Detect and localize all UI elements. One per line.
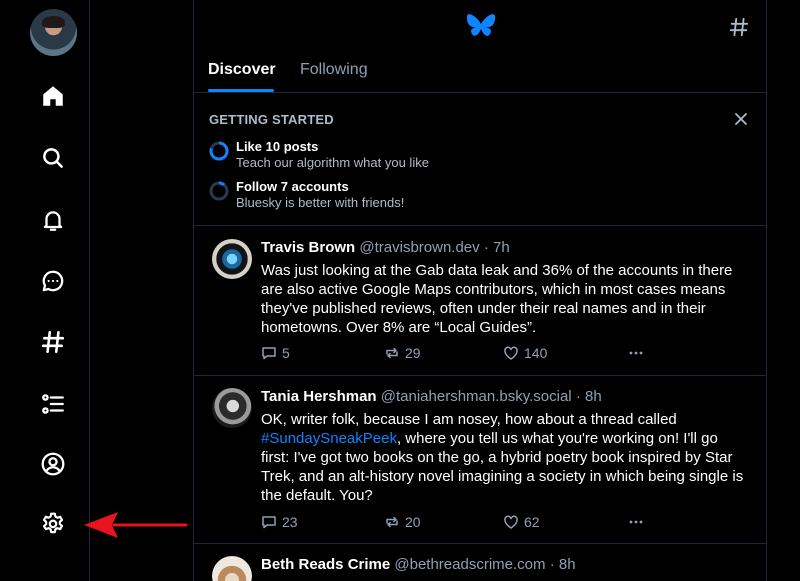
- feed-tabs: Discover Following: [194, 56, 766, 93]
- post-text-part: OK, writer folk, because I am nosey, how…: [261, 411, 677, 428]
- reply-icon: [262, 516, 276, 529]
- reply-button[interactable]: 23: [261, 514, 298, 530]
- post-time: · 7h: [483, 239, 510, 256]
- bell-icon[interactable]: [40, 207, 66, 233]
- annotation-arrow: [84, 512, 188, 538]
- reply-count: 5: [282, 345, 290, 361]
- profile-icon[interactable]: [40, 451, 66, 477]
- more-icon: [629, 351, 643, 355]
- task-title: Like 10 posts: [236, 139, 319, 154]
- progress-ring-icon: [209, 181, 229, 201]
- task-title: Follow 7 accounts: [236, 179, 349, 194]
- progress-ring-icon: [209, 141, 229, 161]
- author-name[interactable]: Beth Reads Crime: [261, 556, 390, 573]
- reply-icon: [262, 347, 276, 360]
- search-icon[interactable]: [40, 145, 66, 171]
- like-count: 62: [524, 514, 540, 530]
- reply-button[interactable]: 5: [261, 345, 290, 361]
- repost-icon: [386, 516, 398, 528]
- post-header: Beth Reads Crime @bethreadscrime.com · 8…: [261, 556, 576, 573]
- heart-icon: [504, 515, 518, 529]
- like-button[interactable]: 62: [503, 514, 540, 530]
- repost-button[interactable]: 29: [384, 345, 421, 361]
- feed-column: Discover Following GETTING STARTED Like …: [193, 0, 767, 581]
- post-text: OK, writer folk, because I am nosey, how…: [261, 410, 746, 505]
- active-tab-indicator: [208, 89, 274, 92]
- post-item[interactable]: Tania Hershman @taniahershman.bsky.socia…: [194, 376, 766, 544]
- repost-count: 20: [405, 514, 421, 530]
- author-name[interactable]: Travis Brown: [261, 239, 355, 256]
- feeds-hashtag-icon[interactable]: [728, 16, 750, 38]
- post-header: Travis Brown @travisbrown.dev · 7h: [261, 239, 510, 256]
- task-subtitle: Teach our algorithm what you like: [236, 155, 429, 170]
- heart-icon: [504, 346, 518, 360]
- post-item[interactable]: Travis Brown @travisbrown.dev · 7h Was j…: [194, 227, 766, 376]
- close-icon[interactable]: [734, 112, 748, 126]
- side-navigation: [0, 0, 90, 581]
- author-name[interactable]: Tania Hershman: [261, 388, 377, 405]
- home-icon[interactable]: [40, 83, 66, 109]
- repost-icon: [386, 347, 398, 359]
- getting-started-panel: GETTING STARTED Like 10 posts Teach our …: [194, 94, 766, 226]
- gear-icon[interactable]: [40, 511, 66, 537]
- post-text: Was just looking at the Gab data leak an…: [261, 262, 733, 336]
- like-count: 140: [524, 345, 548, 361]
- chat-icon[interactable]: [40, 268, 66, 294]
- repost-count: 29: [405, 345, 421, 361]
- tab-discover[interactable]: Discover: [208, 61, 276, 79]
- post-header: Tania Hershman @taniahershman.bsky.socia…: [261, 388, 602, 405]
- avatar[interactable]: [212, 239, 252, 279]
- bluesky-logo-icon[interactable]: [466, 13, 496, 40]
- hashtag-icon[interactable]: [40, 329, 66, 355]
- repost-button[interactable]: 20: [384, 514, 421, 530]
- author-handle[interactable]: @taniahershman.bsky.social: [381, 388, 572, 405]
- post-time: · 8h: [575, 388, 602, 405]
- post-item[interactable]: Beth Reads Crime @bethreadscrime.com · 8…: [194, 544, 766, 581]
- more-options-button[interactable]: [628, 345, 644, 361]
- tab-following[interactable]: Following: [300, 61, 368, 79]
- avatar[interactable]: [30, 9, 77, 56]
- like-button[interactable]: 140: [503, 345, 547, 361]
- list-icon[interactable]: [40, 391, 66, 417]
- more-options-button[interactable]: [628, 514, 644, 530]
- hashtag-link[interactable]: #SundaySneakPeek: [261, 430, 397, 447]
- post-time: · 8h: [549, 556, 576, 573]
- reply-count: 23: [282, 514, 298, 530]
- author-handle[interactable]: @travisbrown.dev: [359, 239, 479, 256]
- avatar[interactable]: [212, 556, 252, 581]
- task-subtitle: Bluesky is better with friends!: [236, 195, 405, 210]
- more-icon: [629, 520, 643, 524]
- getting-started-title: GETTING STARTED: [209, 112, 334, 127]
- avatar[interactable]: [212, 388, 252, 428]
- author-handle[interactable]: @bethreadscrime.com: [394, 556, 545, 573]
